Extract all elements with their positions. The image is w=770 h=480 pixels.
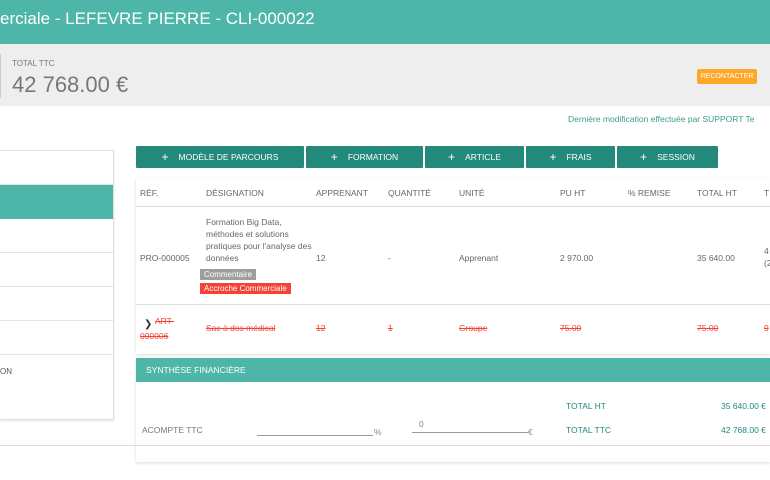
add-session-button[interactable]: + SESSION (617, 146, 718, 168)
total-ttc-label: TOTAL TTC (12, 59, 55, 68)
row1-ttc-b: (2 (764, 258, 770, 268)
add-parcours-button[interactable]: + MODÈLE DE PARCOURS (136, 146, 304, 168)
acompte-percent-input[interactable] (257, 422, 373, 436)
col-apprenant: APPRENANT (316, 188, 368, 198)
add-frais-label: FRAIS (566, 152, 592, 162)
add-article-label: ARTICLE (465, 152, 501, 162)
total-ttc-value-synth: 42 768.00 € (721, 425, 766, 435)
lines-table: RÉF. DÉSIGNATION APPRENANT QUANTITÉ UNIT… (136, 178, 770, 354)
col-total-ht: TOTAL HT (697, 188, 737, 198)
total-ttc-label-synth: TOTAL TTC (566, 425, 612, 435)
col-remise: % REMISE (628, 188, 671, 198)
accroche-tag[interactable]: Accroche Commerciale (200, 283, 291, 294)
col-ttc: T (764, 188, 770, 198)
row1-tags: Commentaire Accroche Commerciale (200, 266, 320, 294)
euro-unit: € (528, 427, 533, 437)
sidebar-item-7[interactable]: ON (0, 355, 113, 389)
row2-ttc: 9 (764, 323, 769, 333)
row1-designation: Formation Big Data, méthodes et solution… (206, 217, 312, 263)
col-pu-ht: PU HT (560, 188, 586, 198)
row1-total-ht: 35 640.00 (697, 253, 735, 263)
col-quantite: QUANTITÉ (388, 188, 431, 198)
plus-icon: + (448, 150, 456, 164)
row1-quantite: - (388, 253, 391, 263)
add-formation-label: FORMATION (347, 152, 399, 162)
total-ttc-value: 42 768.00 € (12, 72, 129, 97)
acompte-amount-input[interactable]: 0 (412, 419, 528, 433)
last-modified-text: Dernière modification effectuée par SUPP… (568, 114, 755, 124)
chevron-right-icon[interactable]: ❯ (144, 319, 152, 330)
sidebar-item-4[interactable] (0, 253, 113, 287)
sidebar-item-1[interactable] (0, 151, 113, 185)
row2-total-ht: 75.00 (697, 323, 719, 333)
page-title: erciale - LEFEVRE PIERRE - CLI-000022 (0, 9, 315, 28)
row1-pu-ht: 2 970.00 (560, 253, 594, 263)
sidebar-item-3[interactable] (0, 219, 113, 253)
row1-ref: PRO-000005 (140, 253, 190, 263)
sidebar-item-6[interactable] (0, 321, 113, 355)
col-ref: RÉF. (140, 188, 159, 198)
row2-designation: Sac à dos médical (206, 323, 276, 333)
plus-icon: + (330, 150, 338, 164)
sidebar-menu: ON (0, 150, 114, 420)
add-article-button[interactable]: + ARTICLE (425, 146, 524, 168)
add-parcours-label: MODÈLE DE PARCOURS (178, 152, 279, 162)
row2-ref-b: 000006 (140, 331, 169, 341)
row2-pu-ht: 75.00 (560, 323, 582, 333)
plus-icon: + (549, 150, 557, 164)
main-content: Dernière modification effectuée par SUPP… (0, 106, 770, 480)
row1-unite: Apprenant (459, 253, 499, 263)
col-unite: UNITÉ (459, 188, 485, 198)
row2-apprenant: 12 (316, 323, 326, 333)
plus-icon: + (161, 150, 169, 164)
row-divider (136, 304, 770, 305)
row1-ttc-a: 4 (764, 246, 769, 256)
status-badge[interactable]: RECONTACTER (697, 69, 757, 84)
plus-icon: + (640, 150, 648, 164)
col-designation: DÉSIGNATION (206, 188, 264, 198)
synthese-title: SYNTHÈSE FINANCIÈRE (136, 358, 770, 382)
row1-apprenant: 12 (316, 253, 326, 263)
add-formation-button[interactable]: + FORMATION (306, 146, 423, 168)
row2-ref-a: ART- (155, 316, 175, 326)
app-header: erciale - LEFEVRE PIERRE - CLI-000022 (0, 0, 770, 44)
synthese-financiere-card: SYNTHÈSE FINANCIÈRE ACOMPTE TTC % 0 € TO… (136, 358, 770, 462)
add-frais-button[interactable]: + FRAIS (526, 146, 615, 168)
summary-bar: TOTAL TTC 42 768.00 € RECONTACTER (0, 44, 770, 106)
header-divider (136, 206, 770, 207)
total-ht-label: TOTAL HT (566, 401, 606, 411)
sidebar-item-2-active[interactable] (0, 185, 113, 219)
add-session-label: SESSION (657, 152, 695, 162)
summary-divider (0, 54, 1, 98)
sidebar-item-5[interactable] (0, 287, 113, 321)
percent-unit: % (374, 427, 382, 437)
row2-quantite: 1 (388, 323, 393, 333)
bottom-divider (0, 445, 770, 446)
row2-unite: Groupe (459, 323, 488, 333)
comment-tag[interactable]: Commentaire (200, 269, 257, 280)
acompte-label: ACOMPTE TTC (142, 425, 203, 435)
total-ht-value: 35 640.00 € (721, 401, 766, 411)
